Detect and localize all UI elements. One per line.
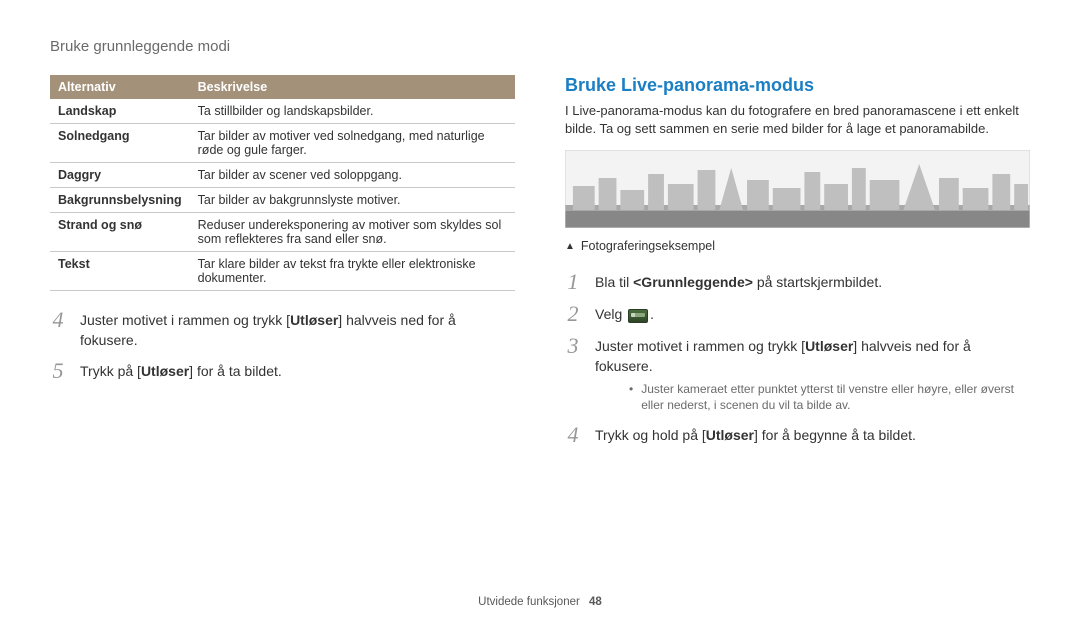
options-table: Alternativ Beskrivelse LandskapTa stillb… xyxy=(50,75,515,291)
table-row: DaggryTar bilder av scener ved soloppgan… xyxy=(50,163,515,188)
left-column: Alternativ Beskrivelse LandskapTa stillb… xyxy=(50,75,515,456)
step-text: Velg . xyxy=(595,303,1030,325)
step-number: 4 xyxy=(565,424,581,446)
step-3: 3 Juster motivet i rammen og trykk [Utlø… xyxy=(565,335,1030,414)
step-4: 4 Juster motivet i rammen og trykk [Utlø… xyxy=(50,309,515,350)
footer-section: Utvidede funksjoner xyxy=(478,596,580,608)
desc-cell: Reduser undereksponering av motiver som … xyxy=(190,213,515,252)
opt-cell: Landskap xyxy=(50,99,190,124)
page-footer: Utvidede funksjoner 48 xyxy=(0,596,1080,608)
opt-cell: Solnedgang xyxy=(50,124,190,163)
table-row: SolnedgangTar bilder av motiver ved soln… xyxy=(50,124,515,163)
step-1: 1 Bla til <Grunnleggende> på startskjerm… xyxy=(565,271,1030,293)
section-heading: Bruke Live-panorama-modus xyxy=(565,75,1030,96)
step-text: Trykk og hold på [Utløser] for å begynne… xyxy=(595,424,1030,446)
table-row: TekstTar klare bilder av tekst fra trykt… xyxy=(50,252,515,291)
triangle-up-icon: ▲ xyxy=(565,241,575,252)
page-number: 48 xyxy=(589,596,602,608)
table-row: BakgrunnsbelysningTar bilder av bakgrunn… xyxy=(50,188,515,213)
opt-cell: Tekst xyxy=(50,252,190,291)
opt-cell: Daggry xyxy=(50,163,190,188)
figure-caption: ▲ Fotograferingseksempel xyxy=(565,239,1030,253)
desc-cell: Tar bilder av scener ved soloppgang. xyxy=(190,163,515,188)
desc-cell: Tar bilder av bakgrunnslyste motiver. xyxy=(190,188,515,213)
step-text: Bla til <Grunnleggende> på startskjermbi… xyxy=(595,271,1030,293)
step-number: 5 xyxy=(50,360,66,382)
step-sub-bullet: Juster kameraet etter punktet ytterst ti… xyxy=(629,381,1030,415)
th-option: Alternativ xyxy=(50,75,190,99)
step-5: 5 Trykk på [Utløser] for å ta bildet. xyxy=(50,360,515,382)
step-number: 4 xyxy=(50,309,66,331)
opt-cell: Strand og snø xyxy=(50,213,190,252)
step-2: 2 Velg . xyxy=(565,303,1030,325)
opt-cell: Bakgrunnsbelysning xyxy=(50,188,190,213)
th-description: Beskrivelse xyxy=(190,75,515,99)
panorama-example-image xyxy=(565,150,1030,228)
table-row: LandskapTa stillbilder og landskapsbilde… xyxy=(50,99,515,124)
right-column: Bruke Live-panorama-modus I Live-panoram… xyxy=(565,75,1030,456)
step-number: 2 xyxy=(565,303,581,325)
step-text: Trykk på [Utløser] for å ta bildet. xyxy=(80,360,515,382)
step-text: Juster motivet i rammen og trykk [Utløse… xyxy=(80,309,515,350)
breadcrumb: Bruke grunnleggende modi xyxy=(50,38,1030,55)
intro-text: I Live-panorama-modus kan du fotografere… xyxy=(565,102,1030,138)
desc-cell: Ta stillbilder og landskapsbilder. xyxy=(190,99,515,124)
panorama-mode-icon xyxy=(628,309,648,323)
step-number: 1 xyxy=(565,271,581,293)
desc-cell: Tar bilder av motiver ved solnedgang, me… xyxy=(190,124,515,163)
step-text: Juster motivet i rammen og trykk [Utløse… xyxy=(595,335,1030,414)
step-number: 3 xyxy=(565,335,581,357)
table-row: Strand og snøReduser undereksponering av… xyxy=(50,213,515,252)
step-4b: 4 Trykk og hold på [Utløser] for å begyn… xyxy=(565,424,1030,446)
desc-cell: Tar klare bilder av tekst fra trykte ell… xyxy=(190,252,515,291)
